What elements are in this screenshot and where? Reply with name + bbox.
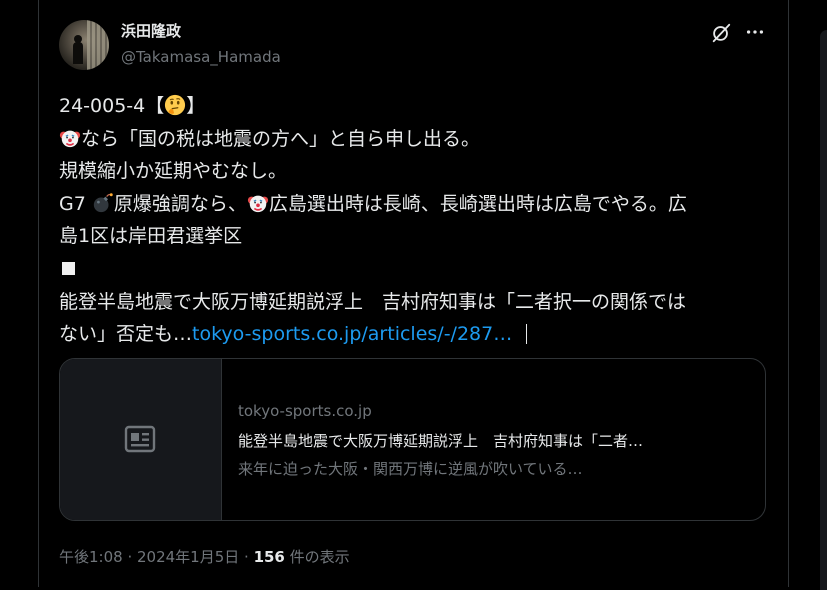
tweet-line-text: 規模縮小か延期やむなし。 bbox=[59, 160, 288, 183]
views-count[interactable]: 156 bbox=[254, 548, 285, 566]
tweet-meta: 午後1:08 · 2024年1月5日 · 156 件の表示 bbox=[59, 546, 350, 567]
sidebar-panel-edge bbox=[820, 30, 827, 590]
tweet-line: G7 原爆強調なら、 広島選出時は長崎、長崎選出時は広島でやる。広 bbox=[59, 188, 771, 221]
tweet-text: 24-005-4【 】 なら「国の税は地震の方へ」と自ら申し出る。 規模縮小か延… bbox=[59, 90, 771, 351]
avatar-figure-body bbox=[73, 42, 83, 64]
clown-face-icon bbox=[59, 130, 81, 147]
tweet-line-text: なら「国の税は地震の方へ」と自ら申し出る。 bbox=[81, 127, 481, 150]
card-description: 来年に迫った大阪・関西万博に逆風が吹いている… bbox=[238, 460, 583, 478]
tweet-line: ない」否定も…tokyo-sports.co.jp/articles/-/287… bbox=[59, 318, 771, 351]
tweet-line-text: 島1区は岸田君選挙区 bbox=[59, 225, 243, 248]
avatar-background bbox=[87, 20, 109, 70]
tweet-line-text: 24-005-4【 bbox=[59, 95, 165, 117]
card-title: 能登半島地震で大阪万博延期説浮上 吉村府知事は「二者… bbox=[238, 432, 644, 450]
tweet-line: なら「国の税は地震の方へ」と自ら申し出る。 bbox=[59, 123, 771, 156]
tweet-line: 能登半島地震で大阪万博延期説浮上 吉村府知事は「二者択一の関係では bbox=[59, 286, 771, 319]
link-preview-card[interactable]: tokyo-sports.co.jp 能登半島地震で大阪万博延期説浮上 吉村府知… bbox=[59, 358, 766, 521]
clown-face-icon bbox=[247, 195, 268, 212]
white-square-icon bbox=[62, 261, 75, 275]
tweet-line: 規模縮小か延期やむなし。 bbox=[59, 155, 771, 188]
author-handle[interactable]: @Takamasa_Hamada bbox=[121, 48, 281, 66]
bomb-icon bbox=[93, 193, 113, 212]
views-label: 件の表示 bbox=[284, 548, 350, 566]
tweet-line: 24-005-4【 】 bbox=[59, 90, 771, 123]
tweet-line-text: ない」否定も… bbox=[59, 323, 193, 346]
tweet-line bbox=[59, 253, 771, 286]
column-border-left bbox=[38, 0, 39, 587]
tweet-link[interactable]: tokyo-sports.co.jp/articles/-/287… bbox=[192, 323, 512, 345]
grok-icon[interactable] bbox=[710, 22, 732, 44]
text-caret bbox=[526, 324, 528, 345]
tweet-timestamp[interactable]: 午後1:08 · 2024年1月5日 · bbox=[59, 548, 254, 566]
author-display-name[interactable]: 浜田隆政 bbox=[121, 20, 181, 41]
tweet-line-text: 能登半島地震で大阪万博延期説浮上 吉村府知事は「二者択一の関係では bbox=[59, 290, 687, 313]
thinking-face-icon bbox=[165, 94, 186, 116]
more-icon[interactable] bbox=[744, 21, 766, 43]
tweet-line-text: G7 bbox=[59, 192, 92, 215]
tweet-line: 島1区は岸田君選挙区 bbox=[59, 220, 771, 253]
card-thumbnail bbox=[60, 359, 222, 520]
tweet-line-text: 広島選出時は長崎、長崎選出時は広島でやる。広 bbox=[268, 192, 687, 215]
avatar[interactable] bbox=[59, 20, 109, 70]
tweet-line-text: 】 bbox=[186, 95, 206, 117]
tweet-line-text: 原爆強調なら、 bbox=[113, 192, 247, 215]
card-domain: tokyo-sports.co.jp bbox=[238, 402, 372, 420]
column-border-right bbox=[788, 0, 789, 587]
article-icon bbox=[124, 425, 156, 453]
